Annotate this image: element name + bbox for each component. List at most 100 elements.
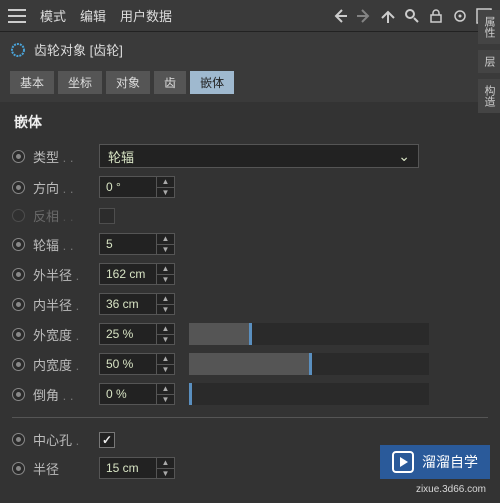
anim-dot[interactable] <box>12 298 25 311</box>
divider <box>12 417 488 418</box>
bevel-input[interactable] <box>100 387 156 401</box>
anim-dot[interactable] <box>12 358 25 371</box>
center-hole-checkbox[interactable] <box>99 432 115 448</box>
label-center-hole: 中心孔 . <box>33 430 91 449</box>
outer-width-input[interactable] <box>100 327 156 341</box>
row-type: 类型 . . 轮辐 ⌄ <box>12 140 488 172</box>
target-icon[interactable] <box>452 8 468 24</box>
search-icon[interactable] <box>404 8 420 24</box>
spin-up-icon: ▲ <box>157 354 174 365</box>
inner-radius-input[interactable] <box>100 297 156 311</box>
outer-width-slider[interactable] <box>189 323 429 345</box>
label-spokes: 轮辐 . . <box>33 235 91 254</box>
label-inner-width: 内宽度 . <box>33 355 91 374</box>
spin-up-icon: ▲ <box>157 234 174 245</box>
side-tab-layer[interactable]: 层 <box>478 50 500 73</box>
menu-mode[interactable]: 模式 <box>40 6 66 25</box>
back-icon[interactable] <box>332 8 348 24</box>
row-inner-radius: 内半径 . ▲▼ <box>12 289 488 319</box>
radius-bottom-input[interactable] <box>100 461 156 475</box>
up-icon[interactable] <box>380 8 396 24</box>
inner-radius-spinner[interactable]: ▲▼ <box>99 293 175 315</box>
row-bevel: 倒角 . . ▲▼ <box>12 379 488 409</box>
label-type: 类型 . . <box>33 147 91 166</box>
spin-up-icon: ▲ <box>157 177 174 188</box>
lock-icon[interactable] <box>428 8 444 24</box>
label-invert: 反相 . . <box>33 206 91 225</box>
spokes-spinner[interactable]: ▲▼ <box>99 233 175 255</box>
anim-dot[interactable] <box>12 328 25 341</box>
row-spokes: 轮辐 . . ▲▼ <box>12 229 488 259</box>
row-direction: 方向 . . ▲▼ <box>12 172 488 202</box>
spokes-input[interactable] <box>100 237 156 251</box>
menu-user-data[interactable]: 用户数据 <box>120 6 172 25</box>
spin-up-icon: ▲ <box>157 264 174 275</box>
row-inner-width: 内宽度 . ▲▼ <box>12 349 488 379</box>
label-radius-bottom: 半径 <box>33 459 91 478</box>
label-outer-radius: 外半径 . <box>33 265 91 284</box>
spin-up-icon: ▲ <box>157 384 174 395</box>
tab-object[interactable]: 对象 <box>106 71 150 94</box>
spin-down-icon: ▼ <box>157 469 174 479</box>
anim-dot[interactable] <box>12 268 25 281</box>
direction-input[interactable] <box>100 180 156 194</box>
spin-down-icon: ▼ <box>157 365 174 375</box>
forward-icon[interactable] <box>356 8 372 24</box>
gear-icon <box>10 42 26 58</box>
menu-edit[interactable]: 编辑 <box>80 6 106 25</box>
label-inner-radius: 内半径 . <box>33 295 91 314</box>
hamburger-icon[interactable] <box>8 9 26 23</box>
side-tab-struct[interactable]: 构造 <box>478 79 500 113</box>
anim-dot[interactable] <box>12 181 25 194</box>
object-header: 齿轮对象 [齿轮] <box>0 32 500 67</box>
anim-dot <box>12 209 25 222</box>
watermark-text: 溜溜自学 <box>422 452 478 472</box>
anim-dot[interactable] <box>12 238 25 251</box>
chevron-down-icon: ⌄ <box>398 148 410 165</box>
tab-coord[interactable]: 坐标 <box>58 71 102 94</box>
spin-up-icon: ▲ <box>157 294 174 305</box>
spin-up-icon: ▲ <box>157 324 174 335</box>
spin-down-icon: ▼ <box>157 245 174 255</box>
spin-up-icon: ▲ <box>157 458 174 469</box>
inner-width-slider[interactable] <box>189 353 429 375</box>
watermark: 溜溜自学 zixue.3d66.com <box>380 445 490 479</box>
tab-bar: 基本 坐标 对象 齿 嵌体 <box>0 67 500 102</box>
outer-width-spinner[interactable]: ▲▼ <box>99 323 175 345</box>
spin-down-icon: ▼ <box>157 395 174 405</box>
outer-radius-input[interactable] <box>100 267 156 281</box>
label-outer-width: 外宽度 . <box>33 325 91 344</box>
tab-teeth[interactable]: 齿 <box>154 71 186 94</box>
row-outer-width: 外宽度 . ▲▼ <box>12 319 488 349</box>
nav-icons <box>332 8 492 24</box>
bevel-spinner[interactable]: ▲▼ <box>99 383 175 405</box>
spin-down-icon: ▼ <box>157 275 174 285</box>
bevel-slider[interactable] <box>189 383 429 405</box>
menu-bar: 模式 编辑 用户数据 <box>0 0 500 32</box>
anim-dot[interactable] <box>12 462 25 475</box>
radius-bottom-spinner[interactable]: ▲▼ <box>99 457 175 479</box>
side-tab-attr[interactable]: 属性 <box>478 10 500 44</box>
label-direction: 方向 . . <box>33 178 91 197</box>
type-dropdown[interactable]: 轮辐 ⌄ <box>99 144 419 168</box>
direction-spinner[interactable]: ▲▼ <box>99 176 175 198</box>
tab-basic[interactable]: 基本 <box>10 71 54 94</box>
invert-checkbox <box>99 208 115 224</box>
object-title: 齿轮对象 [齿轮] <box>34 40 123 59</box>
side-tabs: 属性 层 构造 <box>478 10 500 113</box>
label-bevel: 倒角 . . <box>33 385 91 404</box>
watermark-url: zixue.3d66.com <box>416 484 486 495</box>
inner-width-spinner[interactable]: ▲▼ <box>99 353 175 375</box>
section-title: 嵌体 <box>0 102 500 140</box>
tab-inlay[interactable]: 嵌体 <box>190 71 234 94</box>
anim-dot[interactable] <box>12 433 25 446</box>
anim-dot[interactable] <box>12 150 25 163</box>
anim-dot[interactable] <box>12 388 25 401</box>
inner-width-input[interactable] <box>100 357 156 371</box>
row-invert: 反相 . . <box>12 202 488 229</box>
spin-down-icon: ▼ <box>157 188 174 198</box>
outer-radius-spinner[interactable]: ▲▼ <box>99 263 175 285</box>
play-icon <box>392 451 414 473</box>
spin-down-icon: ▼ <box>157 305 174 315</box>
spin-down-icon: ▼ <box>157 335 174 345</box>
